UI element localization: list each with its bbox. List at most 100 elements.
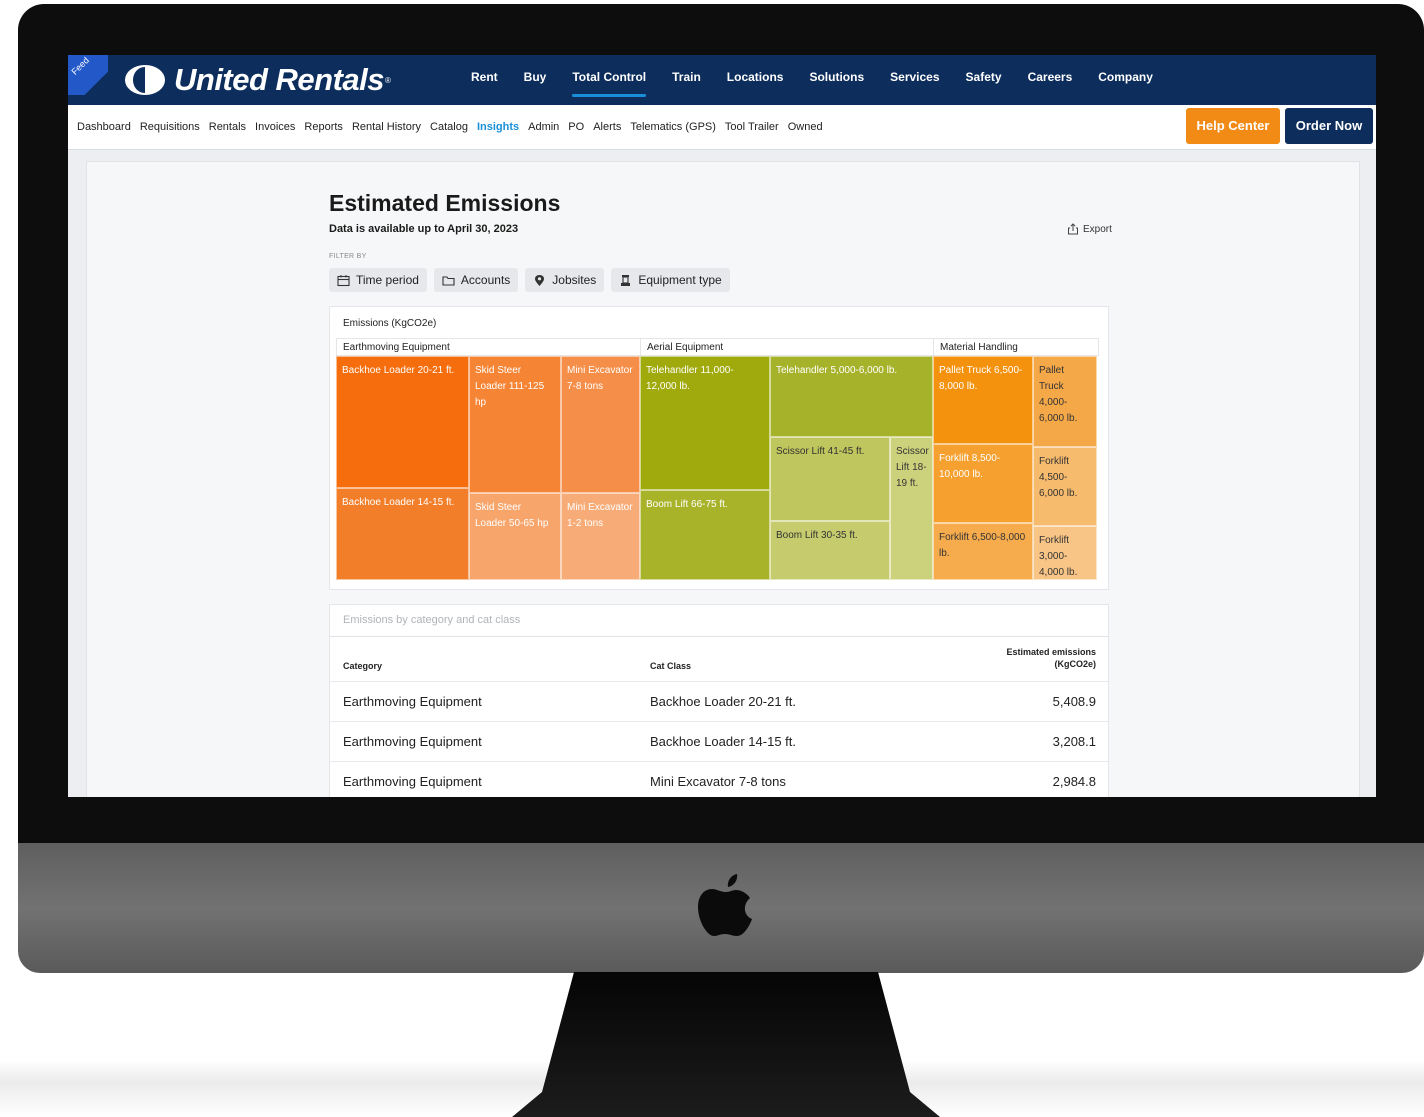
page-title: Estimated Emissions xyxy=(329,190,561,216)
treemap-tile[interactable]: Backhoe Loader 14-15 ft. xyxy=(336,488,469,580)
nav-company[interactable]: Company xyxy=(1085,55,1166,105)
treemap-tile[interactable]: Mini Excavator 1-2 tons xyxy=(561,493,640,580)
subnav-rental-history[interactable]: Rental History xyxy=(352,121,421,133)
subnav-telematics[interactable]: Telematics (GPS) xyxy=(630,121,716,133)
map-pin-icon xyxy=(535,274,545,286)
treemap-tile[interactable]: Pallet Truck 6,500-8,000 lb. xyxy=(933,356,1033,444)
treemap-tile[interactable]: Forklift 4,500-6,000 lb. xyxy=(1033,447,1097,526)
nav-safety[interactable]: Safety xyxy=(953,55,1015,105)
subnav-tool-trailer[interactable]: Tool Trailer xyxy=(725,121,779,133)
time-period-filter[interactable]: Time period xyxy=(329,268,427,292)
table-title: Emissions by category and cat class xyxy=(343,614,521,626)
nav-rent[interactable]: Rent xyxy=(458,55,511,105)
column-header-emissions-line2: (KgCO2e) xyxy=(1054,659,1096,669)
treemap-tile[interactable]: Mini Excavator 7-8 tons xyxy=(561,356,640,493)
row-cat-class: Mini Excavator 7-8 tons xyxy=(650,774,786,789)
accounts-filter[interactable]: Accounts xyxy=(433,268,519,292)
treemap-tile[interactable]: Skid Steer Loader 50-65 hp xyxy=(469,493,561,580)
equipment-type-filter[interactable]: Equipment type xyxy=(611,268,730,292)
subnav-reports[interactable]: Reports xyxy=(304,121,343,133)
subnav-rentals[interactable]: Rentals xyxy=(209,121,246,133)
accounts-filter-label: Accounts xyxy=(460,273,511,287)
equipment-icon xyxy=(621,274,631,286)
column-header-category[interactable]: Category xyxy=(343,661,382,671)
row-cat-class: Backhoe Loader 20-21 ft. xyxy=(650,694,796,709)
monitor-stand xyxy=(512,972,940,1117)
treemap-tile[interactable]: Telehandler 5,000-6,000 lb. xyxy=(770,356,933,437)
column-header-cat-class[interactable]: Cat Class xyxy=(650,661,691,671)
export-button[interactable]: Export xyxy=(1067,223,1112,235)
subnav-invoices[interactable]: Invoices xyxy=(255,121,295,133)
nav-total-control[interactable]: Total Control xyxy=(559,55,659,105)
column-header-emissions[interactable]: Estimated emissions (KgCO2e) xyxy=(1006,647,1096,669)
brand-name: United Rentals xyxy=(174,62,385,97)
row-emissions: 5,408.9 xyxy=(1052,694,1096,709)
nav-train[interactable]: Train xyxy=(659,55,714,105)
subnav-catalog[interactable]: Catalog xyxy=(430,121,468,133)
subnav-alerts[interactable]: Alerts xyxy=(593,121,621,133)
treemap-tile[interactable]: Forklift 6,500-8,000 lb. xyxy=(933,523,1033,580)
treemap-tile[interactable]: Backhoe Loader 20-21 ft. xyxy=(336,356,469,488)
united-rentals-logo-icon xyxy=(125,65,165,95)
help-center-button[interactable]: Help Center xyxy=(1186,108,1280,144)
treemap-tile[interactable]: Skid Steer Loader 111-125 hp xyxy=(469,356,561,493)
table-row[interactable]: Earthmoving Equipment Backhoe Loader 20-… xyxy=(330,681,1108,722)
emissions-treemap-card: Emissions (KgCO2e) Earthmoving Equipment… xyxy=(329,306,1109,590)
nav-locations[interactable]: Locations xyxy=(714,55,797,105)
row-category: Earthmoving Equipment xyxy=(343,734,482,749)
order-now-button[interactable]: Order Now xyxy=(1285,108,1373,144)
data-availability-note: Data is available up to April 30, 2023 xyxy=(329,223,519,235)
treemap-tile[interactable]: Boom Lift 66-75 ft. xyxy=(640,490,770,580)
nav-solutions[interactable]: Solutions xyxy=(796,55,877,105)
jobsites-filter[interactable]: Jobsites xyxy=(525,268,605,292)
table-title-divider xyxy=(330,636,1108,637)
folder-icon xyxy=(442,275,455,286)
page-panel: Estimated Emissions Data is available up… xyxy=(86,161,1360,797)
apple-logo-icon xyxy=(698,874,752,936)
emissions-table-card: Emissions by category and cat class Cate… xyxy=(329,604,1109,797)
row-category: Earthmoving Equipment xyxy=(343,694,482,709)
treemap-tile[interactable]: Scissor Lift 41-45 ft. xyxy=(770,437,890,521)
treemap-tile[interactable]: Pallet Truck 4,000-6,000 lb. xyxy=(1033,356,1097,447)
filter-by-label: FILTER BY xyxy=(329,253,367,260)
subnav-admin[interactable]: Admin xyxy=(528,121,559,133)
registered-mark: ® xyxy=(385,75,391,85)
export-icon xyxy=(1068,223,1078,235)
table-row[interactable]: Earthmoving Equipment Mini Excavator 7-8… xyxy=(330,761,1108,797)
group-header-material-handling: Material Handling xyxy=(933,338,1099,356)
nav-services[interactable]: Services xyxy=(877,55,952,105)
group-header-aerial: Aerial Equipment xyxy=(640,338,934,356)
export-label: Export xyxy=(1083,223,1112,235)
row-emissions: 2,984.8 xyxy=(1052,774,1096,789)
treemap-tile[interactable]: Forklift 8,500-10,000 lb. xyxy=(933,444,1033,523)
column-header-emissions-line1: Estimated emissions xyxy=(1006,647,1096,657)
equipment-type-filter-label: Equipment type xyxy=(638,273,722,287)
row-emissions: 3,208.1 xyxy=(1052,734,1096,749)
calendar-icon xyxy=(337,274,350,286)
row-cat-class: Backhoe Loader 14-15 ft. xyxy=(650,734,796,749)
group-header-earthmoving: Earthmoving Equipment xyxy=(336,338,641,356)
subnav-requisitions[interactable]: Requisitions xyxy=(140,121,200,133)
sub-navigation-bar: Dashboard Requisitions Rentals Invoices … xyxy=(68,105,1376,150)
brand-logo[interactable]: United Rentals ® xyxy=(124,62,391,98)
screen: Feed United Rentals ® Rent Buy Total Con… xyxy=(68,55,1376,797)
treemap-tile[interactable]: Boom Lift 30-35 ft. xyxy=(770,521,890,580)
subnav-po[interactable]: PO xyxy=(568,121,584,133)
main-nav: Rent Buy Total Control Train Locations S… xyxy=(458,55,1166,105)
table-row[interactable]: Earthmoving Equipment Backhoe Loader 14-… xyxy=(330,721,1108,762)
sub-nav-links: Dashboard Requisitions Rentals Invoices … xyxy=(77,105,832,149)
top-navigation-bar: Feed United Rentals ® Rent Buy Total Con… xyxy=(68,55,1376,105)
feedback-ribbon[interactable]: Feed xyxy=(68,55,108,95)
row-category: Earthmoving Equipment xyxy=(343,774,482,789)
treemap-tile[interactable]: Forklift 3,000-4,000 lb. xyxy=(1033,526,1097,580)
treemap-title: Emissions (KgCO2e) xyxy=(343,318,437,329)
subnav-dashboard[interactable]: Dashboard xyxy=(77,121,131,133)
treemap-tile[interactable]: Scissor Lift 18-19 ft. xyxy=(890,437,933,580)
jobsites-filter-label: Jobsites xyxy=(552,273,597,287)
subnav-owned[interactable]: Owned xyxy=(788,121,823,133)
nav-careers[interactable]: Careers xyxy=(1015,55,1086,105)
treemap-tile[interactable]: Telehandler 11,000-12,000 lb. xyxy=(640,356,770,490)
subnav-insights[interactable]: Insights xyxy=(477,121,519,133)
filter-bar: Time period Accounts Jobsites Equipment … xyxy=(329,268,730,292)
nav-buy[interactable]: Buy xyxy=(511,55,560,105)
